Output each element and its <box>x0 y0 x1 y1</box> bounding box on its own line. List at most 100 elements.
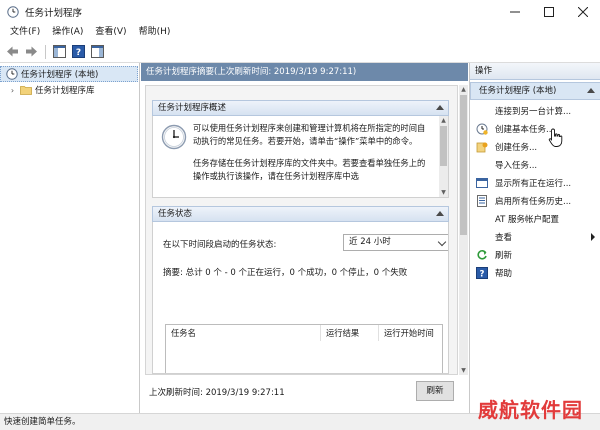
actions-title: 操作 <box>470 63 600 80</box>
actions-pane: 操作 任务计划程序 (本地) 连接到另一台计算... 创建基本任务... 创建任… <box>469 63 600 413</box>
action-label: AT 服务帐户配置 <box>495 214 560 225</box>
submenu-arrow-icon <box>591 233 595 241</box>
scroll-thumb[interactable] <box>440 126 447 166</box>
action-view[interactable]: 查看 <box>470 228 600 245</box>
maximize-button[interactable] <box>532 0 566 24</box>
overview-section-title: 任务计划程序概述 <box>158 103 227 113</box>
collapse-up-icon[interactable] <box>436 105 444 110</box>
action-connect-computer[interactable]: 连接到另一台计算... <box>470 102 600 119</box>
menu-action[interactable]: 操作(A) <box>46 24 89 41</box>
refresh-button[interactable]: 刷新 <box>416 381 454 401</box>
chevron-down-icon <box>437 237 447 247</box>
window-controls <box>498 0 600 24</box>
overview-paragraph-1: 可以使用任务计划程序来创建和管理计算机将在所指定的时间自动执行的常见任务。若要开… <box>193 123 426 146</box>
expand-chevron-icon[interactable]: › <box>8 86 17 95</box>
action-create-task[interactable]: 创建任务... <box>470 138 600 155</box>
action-label: 刷新 <box>495 250 513 261</box>
scroll-down-arrow-icon[interactable]: ▼ <box>439 188 448 197</box>
column-header-run-result[interactable]: 运行结果 <box>321 325 379 341</box>
svg-text:?: ? <box>480 269 485 279</box>
collapse-up-icon[interactable] <box>587 88 595 93</box>
menu-view[interactable]: 查看(V) <box>89 24 132 41</box>
time-range-dropdown[interactable]: 近 24 小时 <box>343 234 448 251</box>
actions-section-header[interactable]: 任务计划程序 (本地) <box>470 82 600 100</box>
show-hide-tree-button[interactable] <box>50 43 68 61</box>
overview-scrollbar[interactable]: ▲ ▼ <box>439 116 448 197</box>
actions-section-title: 任务计划程序 (本地) <box>479 86 557 96</box>
tree-item-label: 任务计划程序库 <box>35 86 95 96</box>
action-import-task[interactable]: 导入任务... <box>470 156 600 173</box>
collapse-up-icon[interactable] <box>436 211 444 216</box>
running-tasks-icon <box>476 177 488 188</box>
action-label: 连接到另一台计算... <box>495 106 572 117</box>
task-status-section: 在以下时间段启动的任务状态: 近 24 小时 摘要: 总计 0 个 - 0 个正… <box>152 222 449 374</box>
summary-body: 任务计划程序概述 可以使用任务计划程序来创建和管理计算机将在所指定的时间自动执行… <box>145 85 458 375</box>
scheduler-clock-icon <box>161 124 187 150</box>
svg-text:?: ? <box>75 48 80 58</box>
show-hide-action-pane-button[interactable] <box>88 43 106 61</box>
action-label: 显示所有正在运行... <box>495 178 572 189</box>
action-label: 导入任务... <box>495 160 538 171</box>
time-range-value: 近 24 小时 <box>349 237 391 247</box>
minimize-icon <box>510 11 520 13</box>
forward-button[interactable] <box>22 43 40 61</box>
task-history-icon <box>477 194 487 207</box>
action-label: 帮助 <box>495 268 513 279</box>
summary-header: 任务计划程序摘要(上次刷新时间: 2019/3/19 9:27:11) <box>141 63 468 81</box>
summary-scrollbar[interactable]: ▲ ▼ <box>459 85 468 375</box>
overview-section: 可以使用任务计划程序来创建和管理计算机将在所指定的时间自动执行的常见任务。若要开… <box>152 116 449 198</box>
action-label: 创建任务... <box>495 142 538 153</box>
action-enable-task-history[interactable]: 启用所有任务历史... <box>470 192 600 209</box>
action-refresh[interactable]: 刷新 <box>470 246 600 263</box>
column-header-task-name[interactable]: 任务名 <box>166 325 321 341</box>
tree-item-task-library[interactable]: › 任务计划程序库 <box>0 82 95 98</box>
help-button[interactable]: ? <box>69 43 87 61</box>
scroll-up-arrow-icon[interactable]: ▲ <box>439 116 448 125</box>
overview-text: 可以使用任务计划程序来创建和管理计算机将在所指定的时间自动执行的常见任务。若要开… <box>193 122 429 192</box>
minimize-button[interactable] <box>498 0 532 24</box>
folder-icon <box>20 86 32 95</box>
status-filter-label: 在以下时间段启动的任务状态: <box>163 240 277 250</box>
hand-cursor-icon <box>548 128 563 147</box>
scroll-down-arrow-icon[interactable]: ▼ <box>459 366 468 375</box>
status-summary: 摘要: 总计 0 个 - 0 个正在运行，0 个成功，0 个停止，0 个失败 <box>163 268 408 278</box>
back-button[interactable] <box>3 43 21 61</box>
scroll-thumb[interactable] <box>460 95 467 235</box>
summary-pane: 任务计划程序摘要(上次刷新时间: 2019/3/19 9:27:11) 任务计划… <box>141 63 468 413</box>
action-label: 启用所有任务历史... <box>495 196 572 207</box>
navigation-tree: 任务计划程序 (本地) › 任务计划程序库 <box>0 63 140 413</box>
tree-item-label: 任务计划程序 (本地) <box>21 70 99 80</box>
toolbar-separator <box>45 44 46 59</box>
action-show-running-tasks[interactable]: 显示所有正在运行... <box>470 174 600 191</box>
watermark-logo: 威航软件园 <box>478 398 583 422</box>
column-header-run-start-time[interactable]: 运行开始时间 <box>379 325 444 341</box>
show-hide-action-pane-icon <box>90 45 104 58</box>
close-button[interactable] <box>566 0 600 24</box>
action-label: 创建基本任务... <box>495 124 555 135</box>
forward-arrow-icon <box>25 46 37 57</box>
task-status-section-header[interactable]: 任务状态 <box>152 206 449 222</box>
overview-section-header[interactable]: 任务计划程序概述 <box>152 100 449 116</box>
toolbar: ? <box>0 41 600 63</box>
help-icon: ? <box>476 266 488 279</box>
action-at-service-account[interactable]: AT 服务帐户配置 <box>470 210 600 227</box>
task-status-table: 任务名 运行结果 运行开始时间 <box>165 324 444 373</box>
help-icon: ? <box>71 45 85 58</box>
summary-footer: 上次刷新时间: 2019/3/19 9:27:11 刷新 <box>145 379 458 405</box>
action-help[interactable]: ? 帮助 <box>470 264 600 281</box>
task-status-section-title: 任务状态 <box>158 209 193 219</box>
action-create-basic-task[interactable]: 创建基本任务... <box>470 120 600 137</box>
show-hide-tree-icon <box>52 45 66 58</box>
title-bar: 任务计划程序 <box>0 0 600 24</box>
window-title: 任务计划程序 <box>25 8 83 19</box>
tree-item-scheduler-local[interactable]: 任务计划程序 (本地) <box>0 66 138 82</box>
scroll-up-arrow-icon[interactable]: ▲ <box>459 85 468 94</box>
scheduler-clock-icon <box>6 68 18 80</box>
action-label: 查看 <box>495 232 513 243</box>
basic-task-icon <box>476 123 488 135</box>
refresh-icon <box>477 249 487 260</box>
menu-file[interactable]: 文件(F) <box>4 24 46 41</box>
menu-help[interactable]: 帮助(H) <box>133 24 177 41</box>
menu-bar: 文件(F) 操作(A) 查看(V) 帮助(H) <box>0 24 600 41</box>
overview-paragraph-2: 任务存储在任务计划程序库的文件夹中。若要查看单独任务上的操作或执行该操作，请在任… <box>193 158 426 181</box>
